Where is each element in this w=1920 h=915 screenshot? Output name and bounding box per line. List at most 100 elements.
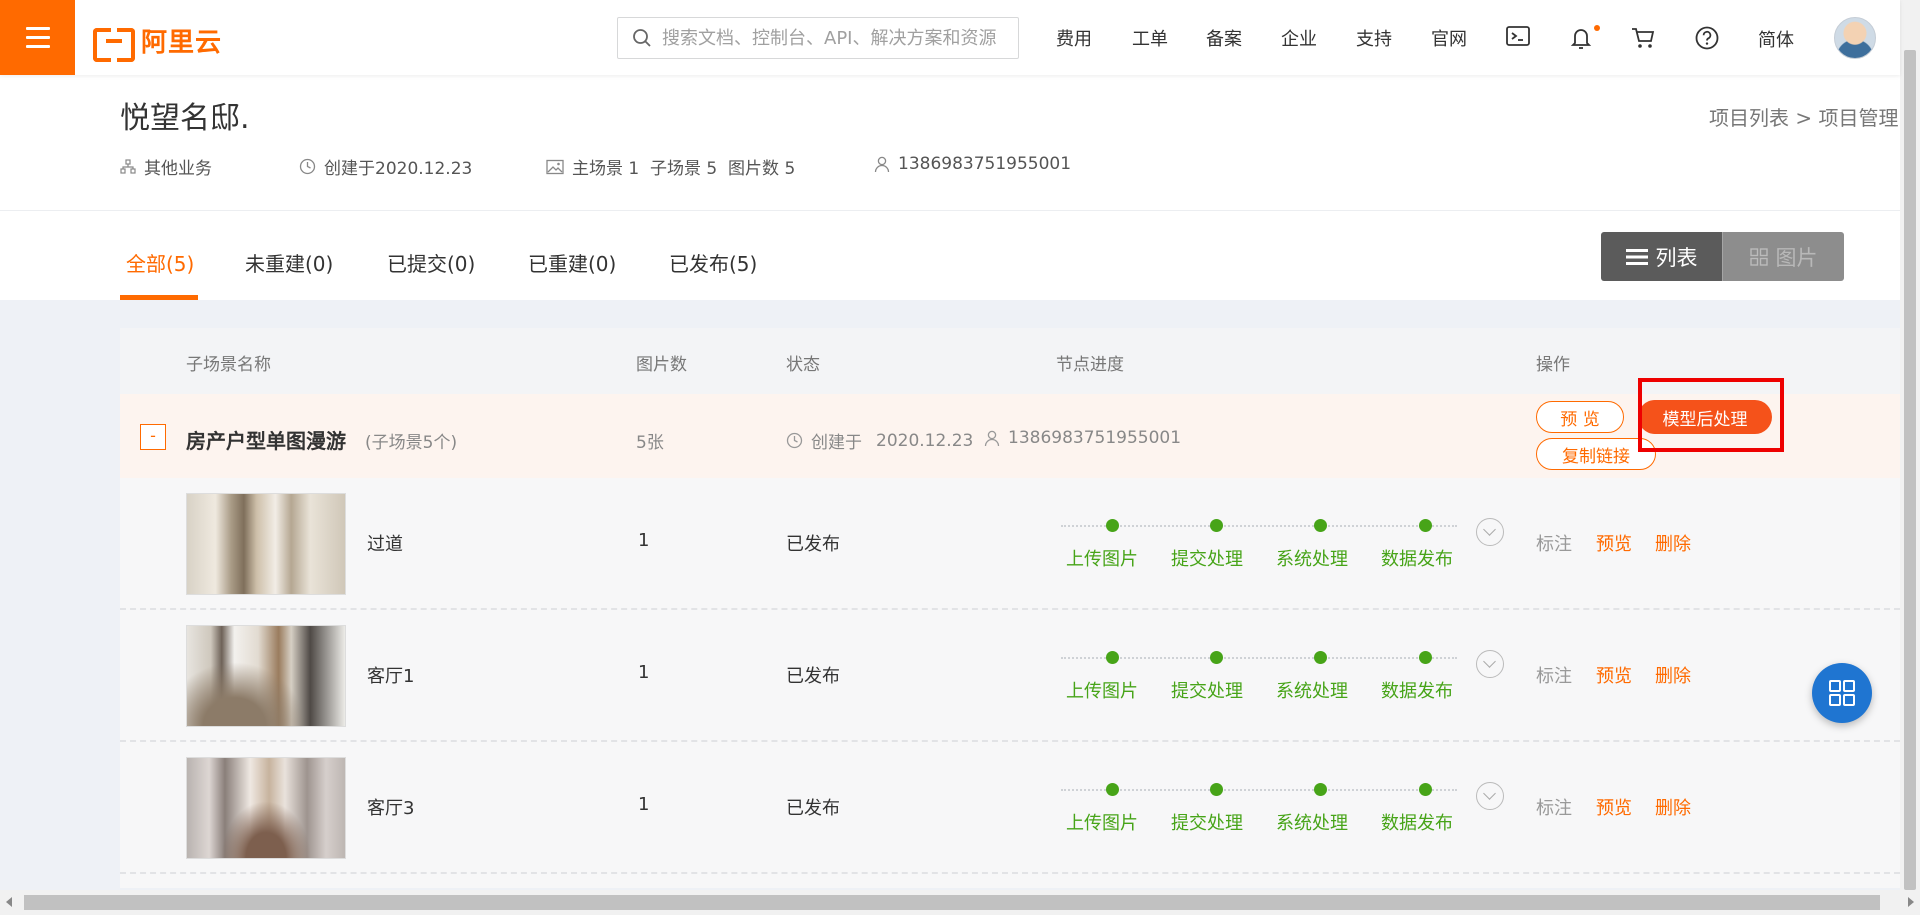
nav-link-official[interactable]: 官网	[1431, 25, 1467, 51]
list-icon	[1625, 248, 1648, 265]
chevron-down-icon[interactable]	[1476, 650, 1504, 678]
step-publish: 数据发布	[1381, 813, 1453, 834]
list-view-button[interactable]: 列表	[1601, 232, 1722, 281]
tab-published[interactable]: 已发布(5)	[669, 248, 757, 277]
table-row: 过道 1 已发布 上传图片 提交处理 系统处理 数据发布 标注 预览 删除	[120, 478, 1900, 610]
grid-view-button[interactable]: 图片	[1722, 232, 1844, 281]
nav-link-support[interactable]: 支持	[1356, 25, 1392, 51]
language-switch[interactable]: 简体	[1758, 26, 1794, 52]
delete-link[interactable]: 删除	[1655, 530, 1691, 556]
meta-created-text: 创建于2020.12.23	[324, 159, 473, 179]
th-progress: 节点进度	[1056, 355, 1124, 375]
step-upload: 上传图片	[1066, 681, 1138, 702]
list-view-label: 列表	[1655, 245, 1698, 270]
breadcrumb-separator: >	[1795, 106, 1813, 130]
breadcrumb-project-manage[interactable]: 项目管理	[1818, 106, 1898, 130]
step-system: 系统处理	[1276, 681, 1348, 702]
group-image-count: 5张	[636, 433, 664, 453]
annotate-link[interactable]: 标注	[1536, 662, 1572, 688]
nav-link-icp[interactable]: 备案	[1206, 25, 1242, 51]
vertical-scroll-thumb[interactable]	[1904, 50, 1916, 890]
progress-node	[1106, 651, 1119, 664]
org-icon	[120, 158, 136, 174]
group-preview-button[interactable]: 预 览	[1536, 401, 1624, 433]
scene-image-count: 1	[638, 662, 650, 683]
meta-scenes: 主场景 1 子场景 5 图片数 5	[546, 154, 795, 179]
nav-link-billing[interactable]: 费用	[1056, 25, 1092, 51]
chevron-down-icon[interactable]	[1476, 782, 1504, 810]
scroll-right-arrow[interactable]	[1908, 897, 1914, 907]
group-subcount: (子场景5个)	[365, 433, 458, 453]
active-tab-indicator	[120, 295, 198, 300]
model-postprocess-button[interactable]: 模型后处理	[1638, 400, 1772, 434]
horizontal-scroll-thumb[interactable]	[24, 895, 1880, 910]
delete-link[interactable]: 删除	[1655, 794, 1691, 820]
scene-name: 客厅1	[367, 666, 415, 687]
breadcrumb: 项目列表 > 项目管理	[1709, 102, 1898, 131]
tab-rebuilt[interactable]: 已重建(0)	[528, 248, 616, 277]
top-navbar: 阿里云 费用 工单 备案 企业 支持 官网 简体	[0, 0, 1900, 75]
collapse-toggle[interactable]: -	[140, 424, 166, 450]
project-header: 悦望名邸. 项目列表 > 项目管理 其他业务 创建于2020.12.23 主场景…	[0, 75, 1900, 210]
aliyun-logo[interactable]: 阿里云	[93, 22, 222, 62]
avatar[interactable]	[1834, 17, 1876, 59]
group-name: 房产户型单图漫游	[186, 429, 346, 453]
group-created: 创建于 2020.12.23	[786, 428, 973, 453]
tab-not-rebuilt[interactable]: 未重建(0)	[245, 248, 333, 277]
copy-link-button[interactable]: 复制链接	[1536, 438, 1656, 470]
scene-thumbnail[interactable]	[186, 493, 346, 595]
terminal-icon[interactable]	[1506, 25, 1530, 47]
horizontal-scrollbar[interactable]	[0, 890, 1920, 915]
search-box[interactable]	[617, 17, 1019, 59]
nav-link-enterprise[interactable]: 企业	[1281, 25, 1317, 51]
progress-steps: 上传图片 提交处理 系统处理 数据发布	[1061, 640, 1461, 702]
progress-node	[1106, 783, 1119, 796]
step-upload: 上传图片	[1066, 813, 1138, 834]
floating-apps-button[interactable]	[1812, 663, 1872, 723]
notification-dot	[1594, 25, 1600, 31]
scene-status: 已发布	[786, 666, 840, 687]
delete-link[interactable]: 删除	[1655, 662, 1691, 688]
image-icon	[546, 159, 564, 174]
meta-type-text: 其他业务	[144, 159, 212, 179]
scene-name: 过道	[367, 534, 403, 555]
chevron-down-icon[interactable]	[1476, 518, 1504, 546]
progress-node	[1419, 651, 1432, 664]
cart-icon[interactable]	[1631, 27, 1655, 49]
bell-icon[interactable]	[1570, 26, 1592, 50]
progress-steps: 上传图片 提交处理 系统处理 数据发布	[1061, 508, 1461, 570]
vertical-scrollbar[interactable]	[1900, 0, 1920, 890]
grid-icon	[1749, 247, 1768, 266]
tab-submitted[interactable]: 已提交(0)	[387, 248, 475, 277]
annotate-link[interactable]: 标注	[1536, 530, 1572, 556]
tab-all[interactable]: 全部(5)	[126, 248, 194, 277]
progress-node	[1314, 783, 1327, 796]
group-created-date: 2020.12.23	[876, 430, 974, 451]
th-status: 状态	[786, 355, 820, 375]
scene-thumbnail[interactable]	[186, 757, 346, 859]
scene-thumbnail[interactable]	[186, 625, 346, 727]
progress-track	[1061, 789, 1457, 791]
group-owner: 1386983751955001	[984, 428, 1181, 448]
breadcrumb-project-list[interactable]: 项目列表	[1709, 106, 1789, 130]
table-row: 客厅3 1 已发布 上传图片 提交处理 系统处理 数据发布 标注 预览 删除	[120, 742, 1900, 874]
progress-steps: 上传图片 提交处理 系统处理 数据发布	[1061, 772, 1461, 834]
menu-icon[interactable]	[0, 0, 75, 75]
meta-type: 其他业务	[120, 154, 212, 179]
scene-status: 已发布	[786, 798, 840, 819]
search-input[interactable]	[662, 27, 1002, 49]
meta-created: 创建于2020.12.23	[299, 154, 472, 179]
step-publish: 数据发布	[1381, 549, 1453, 570]
search-icon	[633, 29, 651, 47]
scroll-left-arrow[interactable]	[6, 897, 12, 907]
preview-link[interactable]: 预览	[1596, 794, 1632, 820]
user-icon	[984, 430, 1000, 446]
progress-track	[1061, 525, 1457, 527]
preview-link[interactable]: 预览	[1596, 662, 1632, 688]
annotate-link[interactable]: 标注	[1536, 794, 1572, 820]
progress-node	[1314, 651, 1327, 664]
step-system: 系统处理	[1276, 549, 1348, 570]
preview-link[interactable]: 预览	[1596, 530, 1632, 556]
nav-link-ticket[interactable]: 工单	[1132, 25, 1168, 51]
help-icon[interactable]	[1695, 26, 1719, 50]
